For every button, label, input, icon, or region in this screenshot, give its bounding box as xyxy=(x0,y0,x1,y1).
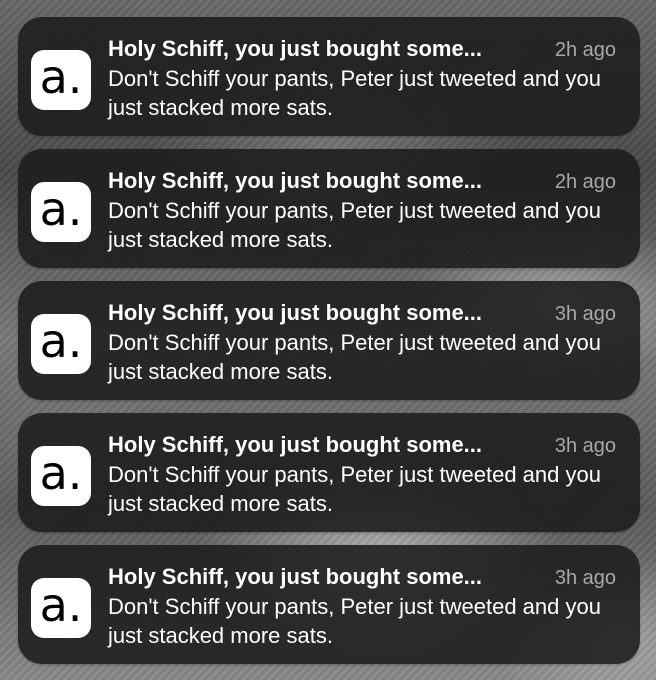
notification-time: 3h ago xyxy=(554,567,616,589)
notification-time: 2h ago xyxy=(554,39,616,61)
notification-body: Don't Schiff your pants, Peter just twee… xyxy=(108,462,601,516)
notification-title: Holy Schiff, you just bought some... xyxy=(108,300,483,325)
a-logo-icon: a. xyxy=(31,578,91,638)
notification-card[interactable]: a. Holy Schiff, you just bought some... … xyxy=(18,413,640,532)
notification-stack: a. Holy Schiff, you just bought some... … xyxy=(18,17,640,677)
notification-title: Holy Schiff, you just bought some... xyxy=(108,168,483,193)
notification-card[interactable]: a. Holy Schiff, you just bought some... … xyxy=(18,149,640,268)
app-icon-glyph: a. xyxy=(39,314,83,368)
notification-card[interactable]: a. Holy Schiff, you just bought some... … xyxy=(18,545,640,664)
app-icon-glyph: a. xyxy=(39,50,83,104)
app-icon-glyph: a. xyxy=(39,578,83,632)
notification-title: Holy Schiff, you just bought some... xyxy=(108,432,483,457)
notification-time: 2h ago xyxy=(554,171,616,193)
notification-card[interactable]: a. Holy Schiff, you just bought some... … xyxy=(18,281,640,400)
notification-card[interactable]: a. Holy Schiff, you just bought some... … xyxy=(18,17,640,136)
notification-time: 3h ago xyxy=(554,303,616,325)
notification-body: Don't Schiff your pants, Peter just twee… xyxy=(108,66,601,120)
notification-title: Holy Schiff, you just bought some... xyxy=(108,564,483,589)
notification-title: Holy Schiff, you just bought some... xyxy=(108,36,483,61)
notification-time: 3h ago xyxy=(554,435,616,457)
notification-body: Don't Schiff your pants, Peter just twee… xyxy=(108,594,601,648)
a-logo-icon: a. xyxy=(31,182,91,242)
a-logo-icon: a. xyxy=(31,50,91,110)
notification-body: Don't Schiff your pants, Peter just twee… xyxy=(108,330,601,384)
a-logo-icon: a. xyxy=(31,446,91,506)
app-icon-glyph: a. xyxy=(39,182,83,236)
app-icon-glyph: a. xyxy=(39,446,83,500)
a-logo-icon: a. xyxy=(31,314,91,374)
notification-body: Don't Schiff your pants, Peter just twee… xyxy=(108,198,601,252)
